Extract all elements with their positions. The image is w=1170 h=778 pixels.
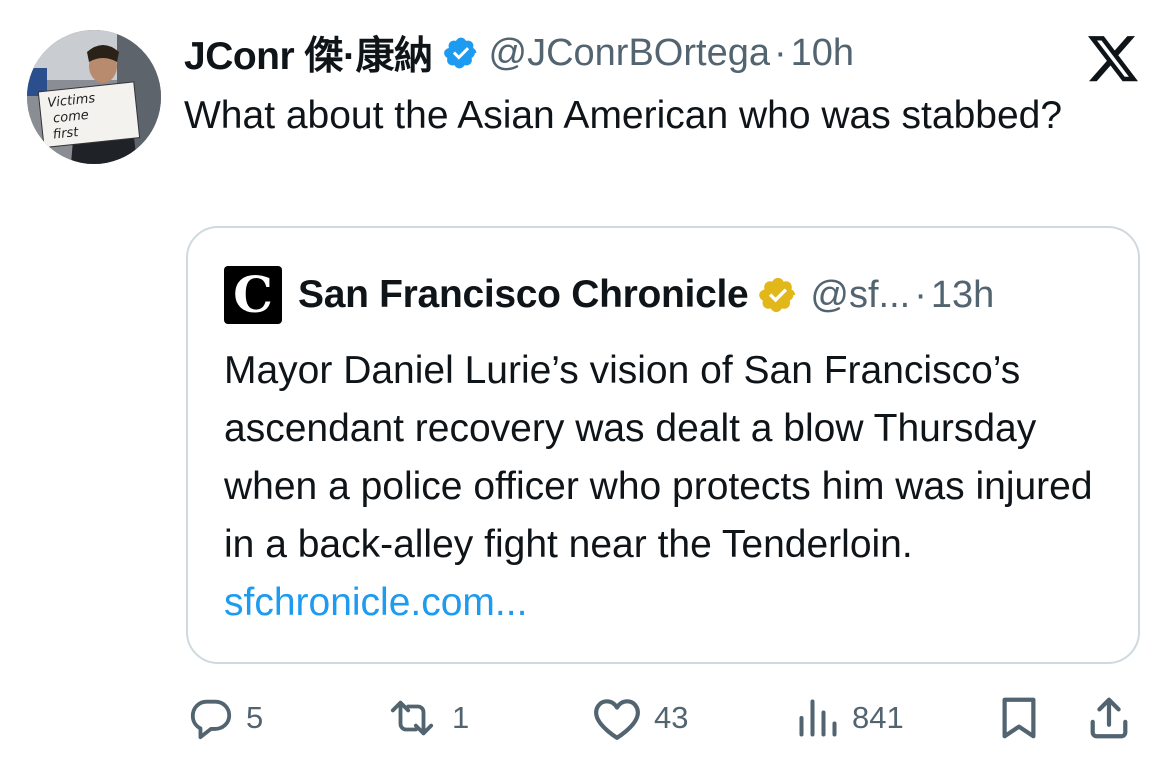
quoted-tweet-text: Mayor Daniel Lurie’s vision of San Franc… — [224, 342, 1114, 632]
like-count: 43 — [654, 700, 689, 735]
share-icon — [1090, 697, 1128, 739]
author-display-name[interactable]: JConr 傑·康納 — [184, 25, 433, 81]
tweet-timestamp[interactable]: 10h — [791, 32, 854, 75]
repost-count: 1 — [452, 700, 470, 735]
repost-button[interactable]: 1 — [384, 690, 469, 746]
action-bar: 5 1 43 841 — [0, 690, 1170, 746]
reply-button[interactable]: 5 — [188, 690, 263, 746]
author-handle[interactable]: @JConrBOrtega — [489, 32, 770, 75]
verified-badge-gold-icon[interactable] — [758, 275, 798, 315]
quoted-handle[interactable]: @sf... — [810, 274, 910, 317]
tweet[interactable]: Victims come first JConr 傑·康納 @JConrBOrt… — [0, 0, 1170, 778]
heart-icon — [594, 699, 640, 740]
views-button[interactable]: 841 — [796, 690, 904, 746]
quoted-timestamp[interactable]: 13h — [931, 274, 994, 317]
author-avatar[interactable]: Victims come first — [27, 30, 161, 164]
share-button[interactable] — [1086, 690, 1132, 746]
avatar-image: Victims come first — [27, 30, 161, 164]
tweet-header: JConr 傑·康納 @JConrBOrtega · 10h — [184, 25, 854, 81]
verified-badge-blue-icon[interactable] — [443, 35, 479, 71]
reply-icon — [190, 699, 232, 740]
svg-text:first: first — [52, 125, 80, 143]
reply-count: 5 — [246, 700, 264, 735]
view-count: 841 — [852, 700, 904, 735]
bookmark-icon — [1002, 697, 1036, 739]
quoted-tweet-header: C San Francisco Chronicle @sf... · 13h — [224, 266, 994, 324]
tweet-text: What about the Asian American who was st… — [184, 94, 1063, 137]
quoted-tweet-link[interactable]: sfchronicle.com... — [224, 581, 527, 624]
sf-chronicle-logo-icon[interactable]: C — [224, 266, 282, 324]
bookmark-button[interactable] — [998, 690, 1040, 746]
quoted-header-separator: · — [914, 273, 927, 316]
x-logo-icon[interactable] — [1088, 36, 1138, 82]
quoted-tweet-card[interactable]: C San Francisco Chronicle @sf... · 13h M… — [186, 226, 1140, 664]
repost-icon — [390, 700, 434, 736]
views-icon — [799, 699, 837, 737]
header-separator: · — [773, 31, 787, 74]
quoted-tweet-body: Mayor Daniel Lurie’s vision of San Franc… — [224, 349, 1093, 566]
quoted-display-name[interactable]: San Francisco Chronicle — [298, 273, 749, 317]
like-button[interactable]: 43 — [592, 690, 688, 746]
